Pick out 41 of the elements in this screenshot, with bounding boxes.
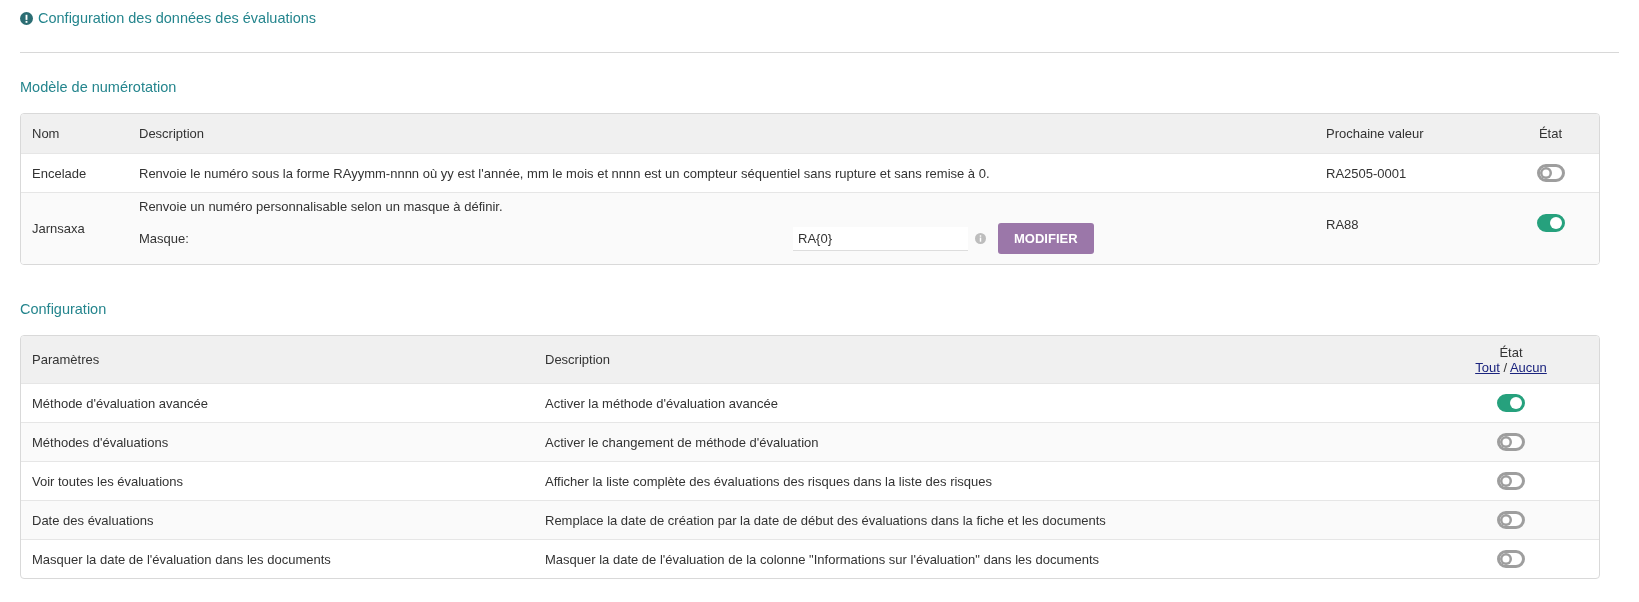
toggle-switch[interactable] [1497, 511, 1525, 529]
column-header: Paramètres [32, 352, 100, 367]
table-cell-text: RA88 [1325, 216, 1360, 232]
info-icon [975, 233, 986, 244]
column-header: Description [545, 352, 611, 367]
table-cell-text: Activer la méthode d'évaluation avancée [544, 395, 780, 411]
page-title: Configuration des données des évaluations [38, 10, 317, 26]
column-header: Prochaine valeur [1326, 126, 1424, 141]
table-cell-text: Masquer la date de l'évaluation de la colonne "Informations sur l'évaluation" dans les documents [544, 551, 1101, 567]
table-cell-text: Renvoie un numéro personnalisable selon un masque à définir. [139, 199, 504, 214]
table-cell-text: Masquer la date de l'évaluation dans les documents [31, 551, 332, 567]
column-header: État [1499, 344, 1523, 360]
toggle-switch[interactable] [1497, 472, 1525, 490]
section-title: Modèle de numérotation [20, 79, 178, 95]
select-none-link[interactable]: Aucun [1509, 359, 1547, 375]
toggle-switch[interactable] [1536, 214, 1565, 232]
toggle-switch[interactable] [1497, 433, 1525, 451]
mask-label: Masque: [139, 231, 190, 246]
table-cell-text: Méthode d'évaluation avancée [31, 395, 209, 411]
mask-input[interactable]: RA{0} [793, 226, 968, 251]
table-cell-text: Méthodes d'évaluations [31, 434, 170, 450]
toggle-switch[interactable] [1536, 164, 1565, 182]
exclamation-icon [20, 11, 33, 25]
table-cell-text: Jarnsaxa [31, 221, 86, 236]
table-cell-text: Date des évaluations [31, 512, 155, 528]
select-all-link[interactable]: Tout [1475, 359, 1500, 375]
table-cell-text: Remplace la date de création par la date de début des évaluations dans la fiche et les documents [544, 512, 1107, 528]
column-header: Description [139, 126, 205, 141]
table-cell-text: Voir toutes les évaluations [31, 473, 185, 489]
modify-button[interactable]: MODIFIER [998, 223, 1094, 254]
column-header: Nom [32, 126, 60, 141]
table-cell-text: Activer le changement de méthode d'évaluation [544, 434, 820, 450]
toggle-switch[interactable] [1497, 394, 1525, 412]
table-cell-text: Encelade [31, 165, 88, 181]
table-cell-text: Renvoie le numéro sous la forme RAyymm-nnnn où yy est l'année, mm le mois et nnnn est un compteur séquentiel sans rupture et sans remise à 0. [138, 165, 991, 181]
table-cell-text: Afficher la liste complète des évaluations des risques dans la liste des risques [544, 473, 994, 489]
link-separator: / [1503, 359, 1507, 375]
table-cell-text: RA2505-0001 [1325, 165, 1408, 181]
toggle-switch[interactable] [1497, 550, 1525, 568]
column-header: État [1538, 126, 1563, 141]
section-title: Configuration [20, 301, 108, 317]
